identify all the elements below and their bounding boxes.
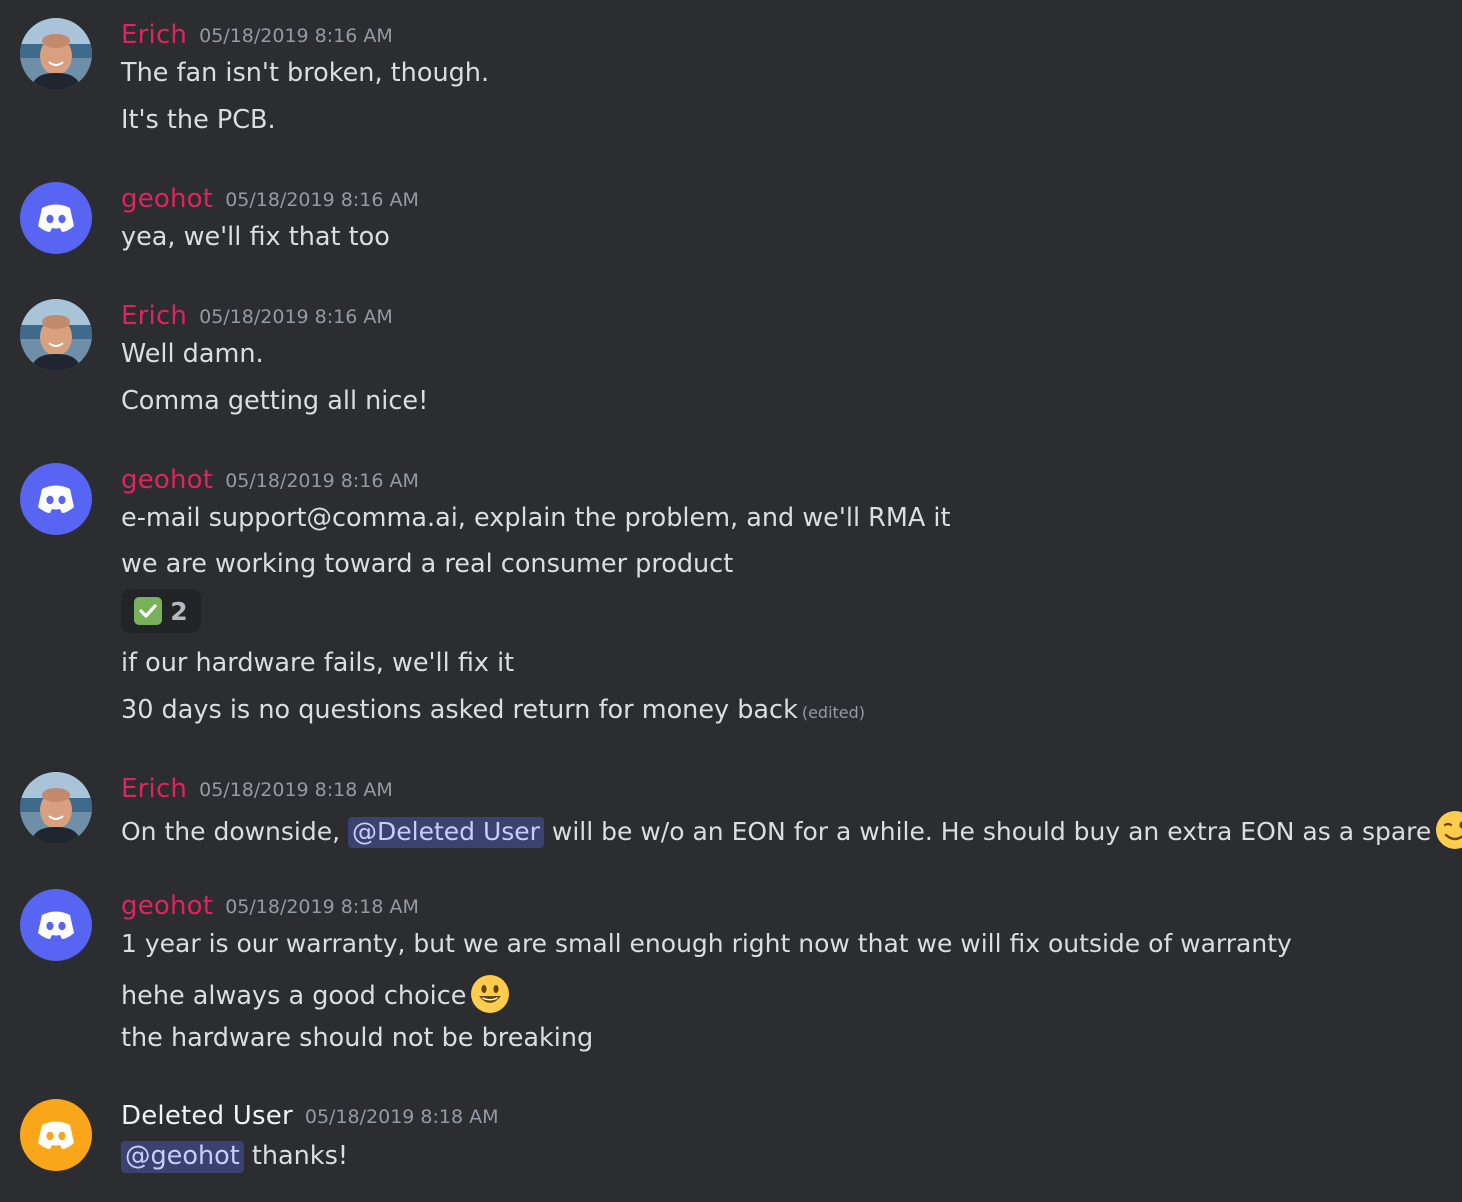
message-text: yea, we'll fix that too: [121, 222, 390, 252]
message-header: Erich 05/18/2019 8:18 AM: [121, 772, 393, 806]
message-text: we are working toward a real consumer pr…: [121, 549, 734, 579]
message-text-content: thanks!: [243, 1141, 349, 1171]
message-text: @geohot thanks!: [121, 1139, 348, 1173]
discord-logo-avatar[interactable]: [20, 463, 92, 535]
message-header: geohot 05/18/2019 8:18 AM: [121, 889, 419, 923]
message-header: Erich 05/18/2019 8:16 AM: [121, 18, 393, 52]
message-text: It's the PCB.: [121, 105, 276, 135]
reaction-count: 2: [170, 596, 188, 626]
white-check-mark-icon: [134, 597, 163, 625]
message-text-content: hehe always a good choice: [121, 981, 467, 1011]
message-text: the hardware should not be breaking: [121, 1023, 594, 1053]
reaction-button[interactable]: 2: [121, 589, 201, 633]
message-text: Well damn.: [121, 339, 264, 369]
username[interactable]: Erich: [121, 20, 187, 50]
username[interactable]: geohot: [121, 465, 213, 495]
user-avatar-photo[interactable]: [20, 18, 92, 90]
message-header: geohot 05/18/2019 8:16 AM: [121, 182, 419, 216]
message-text: hehe always a good choice: [121, 974, 510, 1014]
timestamp: 05/18/2019 8:18 AM: [199, 779, 393, 801]
username[interactable]: geohot: [121, 184, 213, 214]
username[interactable]: Deleted User: [121, 1101, 293, 1131]
message-text-content: will be w/o an EON for a while. He shoul…: [543, 817, 1432, 846]
timestamp: 05/18/2019 8:18 AM: [304, 1106, 499, 1128]
timestamp: 05/18/2019 8:16 AM: [225, 189, 419, 211]
user-avatar-photo[interactable]: [20, 772, 92, 844]
username[interactable]: geohot: [121, 891, 213, 921]
message-text: The fan isn't broken, though.: [121, 58, 490, 88]
discord-logo-avatar[interactable]: [20, 182, 92, 254]
message-text-content: 30 days is no questions asked return for…: [121, 695, 798, 725]
message-header: Erich 05/18/2019 8:16 AM: [121, 299, 393, 333]
edited-label: (edited): [801, 703, 866, 722]
smiley-face-icon: [471, 975, 510, 1013]
winking-face-icon: [1436, 811, 1462, 849]
timestamp: 05/18/2019 8:16 AM: [199, 306, 393, 328]
discord-logo-avatar[interactable]: [20, 1099, 92, 1171]
message-header: Deleted User 05/18/2019 8:18 AM: [121, 1099, 499, 1133]
timestamp: 05/18/2019 8:16 AM: [225, 470, 419, 492]
username[interactable]: Erich: [121, 774, 187, 804]
message-text: 30 days is no questions asked return for…: [121, 693, 865, 730]
username[interactable]: Erich: [121, 301, 187, 331]
discord-logo-avatar[interactable]: [20, 889, 92, 961]
message-text: Comma getting all nice!: [121, 386, 429, 416]
message-text: if our hardware fails, we'll fix it: [121, 648, 515, 678]
message-text: On the downside, @Deleted User will be w…: [121, 810, 1462, 850]
message-text-content: On the downside,: [121, 817, 349, 846]
user-mention[interactable]: @geohot: [121, 1141, 244, 1173]
message-text: e-mail support@comma.ai, explain the pro…: [121, 503, 951, 533]
user-avatar-photo[interactable]: [20, 299, 92, 371]
timestamp: 05/18/2019 8:16 AM: [199, 25, 393, 47]
timestamp: 05/18/2019 8:18 AM: [225, 896, 419, 918]
message-header: geohot 05/18/2019 8:16 AM: [121, 463, 419, 497]
message-text: 1 year is our warranty, but we are small…: [121, 929, 1292, 958]
user-mention[interactable]: @Deleted User: [348, 817, 544, 848]
